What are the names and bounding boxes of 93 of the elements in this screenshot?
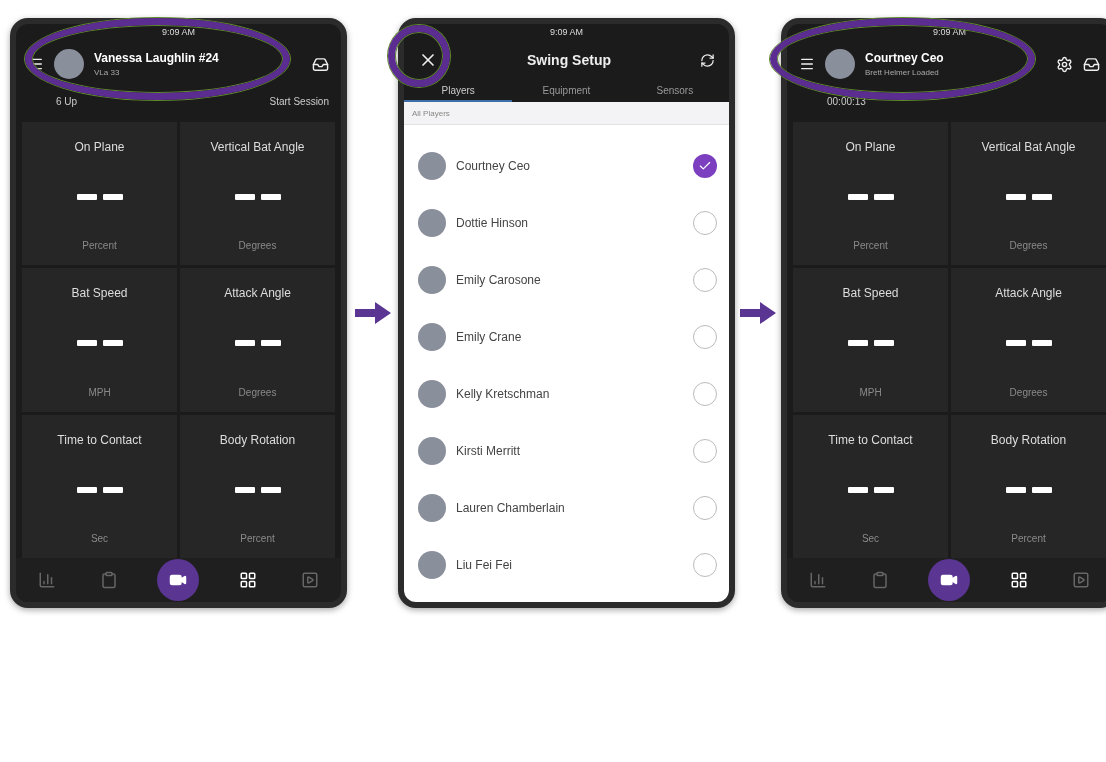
play-icon (301, 571, 320, 589)
player-name[interactable]: Dottie Hinson (456, 215, 683, 230)
video-record-button[interactable] (928, 559, 971, 601)
right-arrow-icon (740, 302, 776, 324)
section-label: All Players (412, 108, 450, 118)
metric-title: Time to Contact (828, 432, 913, 447)
metric-unit: MPH (859, 386, 882, 398)
metric-title: On Plane (845, 140, 896, 154)
session-label[interactable]: 6 Up (56, 96, 78, 107)
avatar (418, 550, 446, 579)
empty-value-dashes (1005, 340, 1052, 347)
empty-value-dashes (76, 194, 123, 201)
select-radio[interactable] (693, 153, 717, 178)
player-name[interactable]: Courtney Ceo (456, 158, 683, 173)
metric-title: Body Rotation (990, 432, 1067, 447)
inbox-icon[interactable] (312, 55, 329, 73)
player-name[interactable]: Emily Crane (456, 329, 683, 344)
select-radio[interactable] (693, 210, 717, 235)
metric-unit: Degrees (238, 240, 277, 252)
video-record-button[interactable] (157, 559, 200, 601)
status-time: 9:09 AM (550, 27, 583, 37)
metric-unit: Percent (853, 240, 888, 252)
empty-value-dashes (234, 486, 281, 493)
metric-unit: Percent (82, 240, 117, 252)
refresh-icon (700, 52, 715, 68)
grid-icon (1010, 571, 1029, 589)
metric-title: Vertical Bat Angle (210, 140, 305, 154)
metric-title: Time to Contact (57, 432, 142, 447)
player-name[interactable]: Kirsti Merritt (456, 443, 683, 458)
select-radio[interactable] (693, 324, 717, 349)
metric-unit: Sec (861, 532, 880, 544)
avatar (418, 151, 446, 180)
metric-unit: Percent (1011, 532, 1046, 544)
bar-chart-icon (37, 571, 56, 589)
metric-title: Body Rotation (219, 432, 296, 447)
empty-value-dashes (1005, 194, 1052, 201)
metric-unit: Degrees (1009, 240, 1048, 252)
session-label[interactable]: Start Session (269, 96, 329, 107)
metric-title: Bat Speed (71, 286, 128, 301)
metric-title: Attack Angle (224, 286, 291, 301)
right-arrow-icon (354, 302, 391, 324)
player-subtitle: Brett Helmer Loaded (865, 68, 940, 77)
empty-value-dashes (847, 340, 894, 347)
status-time: 9:09 AM (162, 27, 195, 37)
select-radio[interactable] (693, 381, 717, 406)
metric-title: Bat Speed (842, 286, 899, 301)
player-name[interactable]: Kelly Kretschman (456, 386, 683, 401)
metric-unit: Sec (90, 532, 109, 544)
avatar (825, 49, 855, 79)
player-name[interactable]: Lauren Chamberlain (456, 500, 683, 515)
empty-value-dashes (76, 340, 123, 347)
empty-value-dashes (1005, 486, 1052, 493)
player-name: Courtney Ceo (865, 51, 945, 65)
metric-unit: Percent (240, 532, 275, 544)
metric-title: On Plane (74, 140, 125, 154)
session-label[interactable]: 00:00:13 (827, 96, 866, 107)
play-icon (1072, 571, 1091, 589)
screen-title: Swing Setup (527, 52, 611, 68)
select-radio[interactable] (693, 552, 717, 577)
avatar (418, 493, 446, 522)
tab[interactable]: Equipment (512, 80, 621, 102)
avatar (418, 379, 446, 408)
tab[interactable]: Sensors (620, 80, 729, 102)
settings-icon[interactable] (1056, 55, 1073, 73)
empty-value-dashes (234, 340, 281, 347)
avatar (418, 322, 446, 351)
status-time: 9:09 AM (933, 27, 966, 37)
empty-value-dashes (847, 486, 894, 493)
clipboard-icon (870, 571, 889, 589)
player-name[interactable]: Emily Carosone (456, 272, 683, 287)
select-radio[interactable] (693, 495, 717, 520)
player-name: Vanessa Laughlin #24 (94, 51, 220, 65)
clipboard-icon (99, 571, 118, 589)
player-name[interactable]: Liu Fei Fei (456, 557, 683, 572)
metric-title: Attack Angle (995, 286, 1062, 301)
empty-value-dashes (847, 194, 894, 201)
select-radio[interactable] (693, 438, 717, 463)
metric-unit: Degrees (1009, 386, 1048, 398)
player-subtitle: VLa 33 (94, 68, 121, 77)
avatar (418, 436, 446, 465)
grid-icon (239, 571, 258, 589)
metric-unit: MPH (88, 386, 111, 398)
menu-icon[interactable] (799, 56, 815, 72)
metric-title: Vertical Bat Angle (981, 140, 1076, 154)
empty-value-dashes (234, 194, 281, 201)
select-radio[interactable] (693, 267, 717, 292)
avatar (418, 208, 446, 237)
inbox-icon[interactable] (1083, 55, 1100, 73)
avatar (54, 49, 84, 79)
avatar (418, 265, 446, 294)
metric-unit: Degrees (238, 386, 277, 398)
bar-chart-icon (808, 571, 827, 589)
empty-value-dashes (76, 486, 123, 493)
